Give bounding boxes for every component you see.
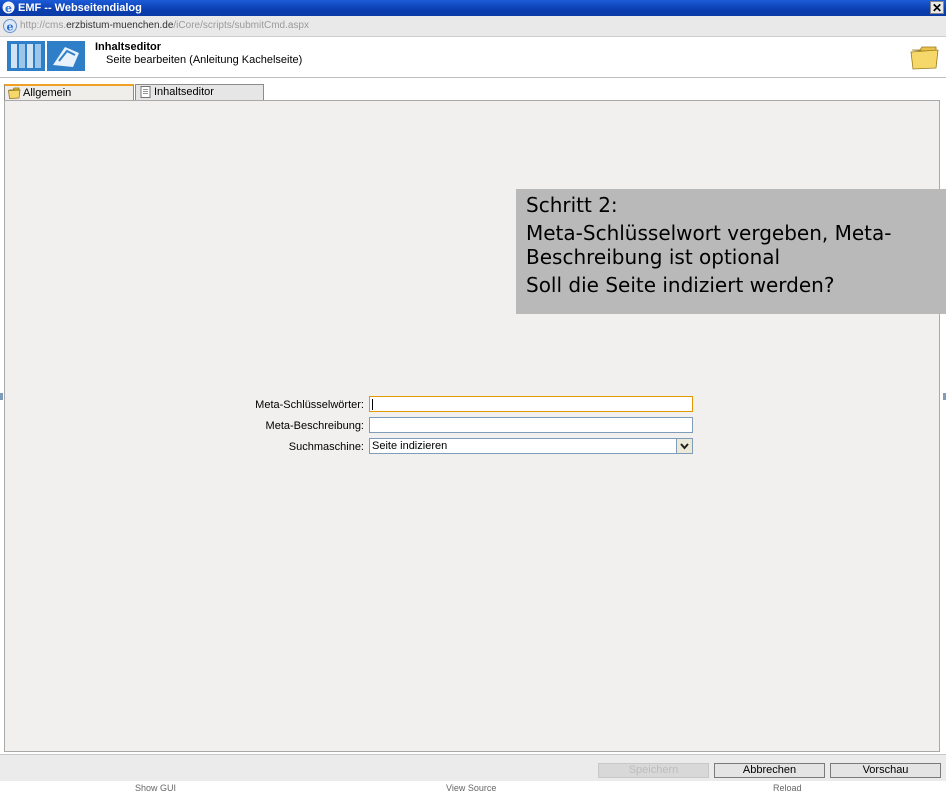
searchengine-select[interactable]: Seite indizieren [369, 438, 693, 454]
editor-header: Inhaltseditor Seite bearbeiten (Anleitun… [0, 37, 946, 78]
searchengine-label: Suchmaschine: [288, 441, 364, 453]
address-bar: e http://cms.erzbistum-muenchen.de/iCore… [0, 16, 946, 37]
description-input[interactable] [369, 417, 693, 433]
url-path: /iCore/scripts/submitCmd.aspx [173, 20, 309, 31]
folder-icon[interactable] [910, 44, 940, 70]
text-caret [372, 399, 373, 410]
close-button[interactable]: ✕ [930, 1, 944, 14]
document-tab-icon [140, 86, 151, 98]
show-gui-link[interactable]: Show GUI [135, 783, 176, 793]
preview-button[interactable]: Vorschau [830, 763, 941, 778]
left-resize-marker [0, 393, 3, 400]
button-bar: Speichern Abbrechen Vorschau [0, 754, 946, 781]
reload-link[interactable]: Reload [773, 783, 802, 793]
svg-text:e: e [5, 2, 12, 14]
url-prefix: http://cms. [20, 20, 67, 31]
ie-page-icon: e [3, 19, 17, 33]
tab-allgemein-label: Allgemein [23, 87, 72, 99]
searchengine-selected-value: Seite indizieren [372, 440, 448, 452]
save-button[interactable]: Speichern [598, 763, 709, 778]
callout-instruction: Meta-Schlüsselwort vergeben, Meta-Beschr… [526, 221, 892, 269]
callout-step: Schritt 2: [526, 193, 618, 217]
folder-tab-icon [8, 87, 21, 99]
footer-bar: Show GUI View Source Reload [0, 781, 946, 793]
cancel-button[interactable]: Abbrechen [714, 763, 825, 778]
header-title: Inhaltseditor [95, 41, 162, 53]
keywords-label: Meta-Schlüsselwörter: [255, 399, 364, 411]
tab-allgemein[interactable]: Allgemein [4, 84, 134, 101]
tab-inhaltseditor-label: Inhaltseditor [154, 86, 214, 98]
window-title: EMF -- Webseitendialog [18, 2, 142, 14]
dropdown-button[interactable] [676, 439, 692, 453]
header-subtitle: Seite bearbeiten (Anleitung Kachelseite) [106, 54, 303, 66]
url-domain: erzbistum-muenchen.de [66, 20, 174, 31]
window-titlebar: e EMF -- Webseitendialog ✕ [0, 0, 946, 16]
ie-icon: e [2, 1, 15, 14]
close-icon: ✕ [931, 1, 943, 15]
cms-logo-icon [7, 41, 85, 71]
svg-text:e: e [7, 21, 14, 34]
chevron-down-icon [680, 443, 689, 450]
view-source-link[interactable]: View Source [446, 783, 496, 793]
keywords-input[interactable] [369, 396, 693, 412]
tab-inhaltseditor[interactable]: Inhaltseditor [135, 84, 264, 100]
address-url: http://cms.erzbistum-muenchen.de/iCore/s… [20, 20, 309, 31]
description-label: Meta-Beschreibung: [265, 420, 364, 432]
callout-question: Soll die Seite indiziert werden? [526, 273, 835, 297]
instruction-callout: Schritt 2: Meta-Schlüsselwort vergeben, … [516, 189, 946, 314]
tab-strip: Allgemein Inhaltseditor [4, 84, 940, 101]
